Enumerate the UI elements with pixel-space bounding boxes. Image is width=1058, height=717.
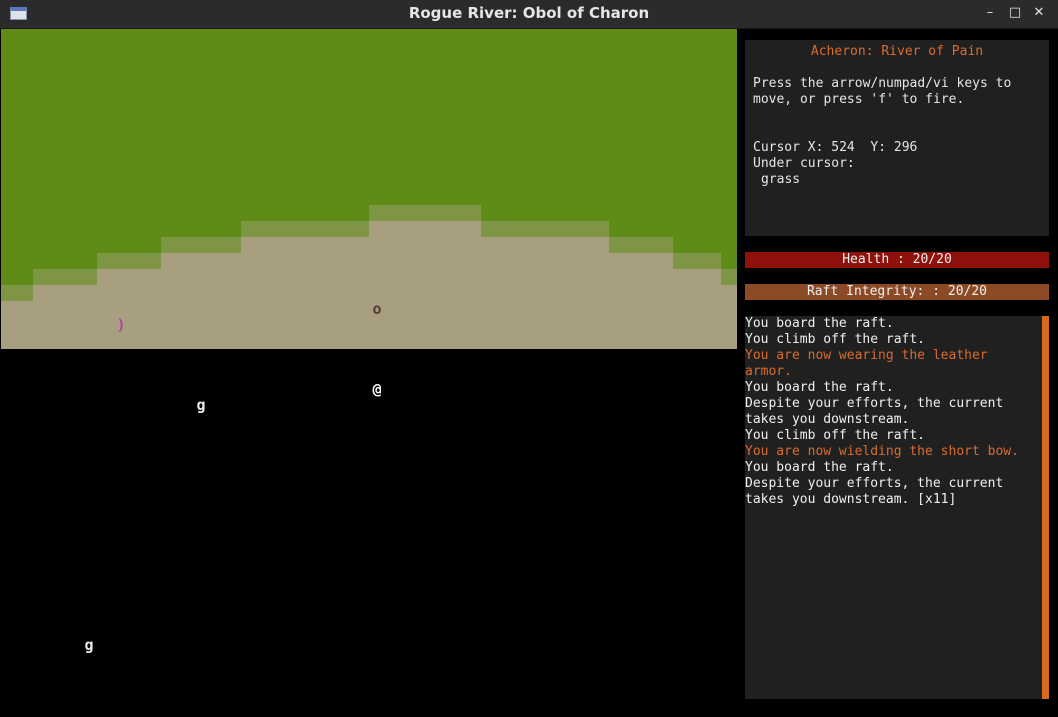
purple-item: ) bbox=[116, 316, 125, 334]
title-bar: Rogue River: Obol of Charon – □ ✕ bbox=[0, 0, 1058, 29]
player-character: @ bbox=[372, 380, 381, 398]
gnome-enemy-near: g bbox=[196, 396, 205, 414]
instructions-text: Press the arrow/numpad/vi keys to move, … bbox=[753, 76, 1020, 107]
game-map[interactable]: @ o) g g bbox=[1, 29, 737, 717]
message-log: You board the raft. You climb off the raf… bbox=[745, 316, 1049, 699]
log-line: You board the raft. bbox=[745, 316, 894, 331]
close-button[interactable]: ✕ bbox=[1031, 5, 1047, 21]
log-scrollbar[interactable] bbox=[1042, 316, 1049, 699]
under-cursor-value: grass bbox=[761, 172, 801, 187]
level-name: Acheron: River of Pain bbox=[810, 44, 984, 59]
maximize-button[interactable]: □ bbox=[1007, 5, 1023, 21]
raft-integrity-bar: Raft Integrity: : 20/20 bbox=[745, 284, 1049, 300]
log-line: Despite your efforts, the current takes … bbox=[745, 396, 1012, 427]
minimize-button[interactable]: – bbox=[982, 5, 998, 21]
under-cursor-label: Under cursor: bbox=[753, 156, 855, 171]
log-line: You are now wielding the short bow. bbox=[745, 444, 1019, 459]
gnome-enemy-far: g bbox=[84, 636, 93, 654]
window-title: Rogue River: Obol of Charon bbox=[408, 4, 650, 22]
log-line: Despite your efforts, the current takes … bbox=[745, 476, 1012, 507]
log-line: You board the raft. bbox=[745, 460, 894, 475]
obol-coin: o bbox=[372, 300, 381, 318]
map-terrain bbox=[1, 29, 737, 717]
log-line: You climb off the raft. bbox=[745, 428, 926, 443]
cursor-position: Cursor X: 524 Y: 296 bbox=[753, 140, 918, 155]
message-log-lines: You board the raft. You climb off the raf… bbox=[745, 316, 1039, 508]
health-bar: Health : 20/20 bbox=[745, 252, 1049, 268]
log-line: You are now wearing the leather armor. bbox=[745, 348, 996, 379]
info-panel: Acheron: River of Pain Press the arrow/n… bbox=[745, 40, 1049, 236]
log-line: You climb off the raft. bbox=[745, 332, 926, 347]
log-line: You board the raft. bbox=[745, 380, 894, 395]
sidebar: Acheron: River of Pain Press the arrow/n… bbox=[737, 29, 1058, 717]
